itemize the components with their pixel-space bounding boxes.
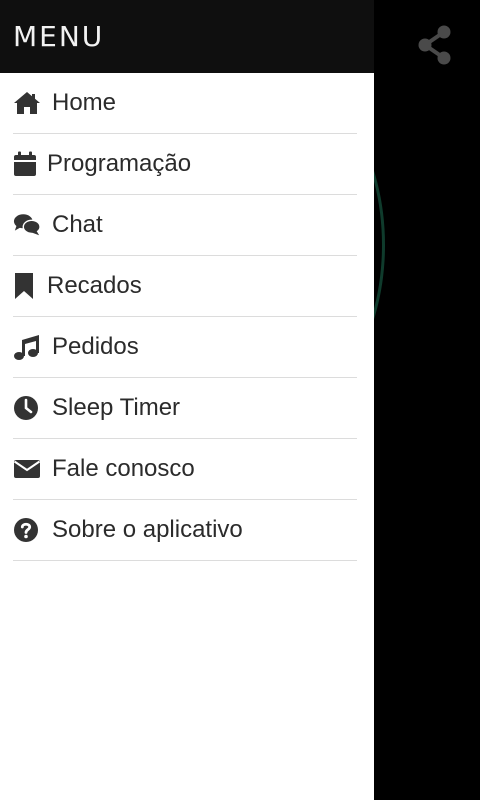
menu-item-pedidos[interactable]: Pedidos xyxy=(13,317,357,378)
menu-item-home[interactable]: Home xyxy=(13,73,357,134)
menu-item-label: Recados xyxy=(47,272,142,299)
menu-item-label: Home xyxy=(52,89,117,116)
home-icon xyxy=(13,89,41,117)
music-note-icon xyxy=(13,333,41,361)
share-button[interactable] xyxy=(412,24,458,70)
menu-item-label: Sobre o aplicativo xyxy=(52,516,243,543)
drawer-title: MENU xyxy=(13,20,105,53)
menu-item-label: Chat xyxy=(52,211,103,238)
menu-item-label: Fale conosco xyxy=(52,455,195,482)
clock-icon xyxy=(13,394,41,422)
chat-bubbles-icon xyxy=(13,211,41,239)
menu-item-label: Pedidos xyxy=(52,333,139,360)
calendar-icon xyxy=(13,150,41,178)
menu-item-sobre[interactable]: Sobre o aplicativo xyxy=(13,500,357,561)
envelope-icon xyxy=(13,455,41,483)
menu-item-label: Sleep Timer xyxy=(52,394,181,421)
menu-item-programacao[interactable]: Programação xyxy=(13,134,357,195)
menu-item-recados[interactable]: Recados xyxy=(13,256,357,317)
drawer-header: MENU xyxy=(0,0,374,73)
navigation-drawer: MENU Home Programação Chat Recados Pedid… xyxy=(0,0,374,800)
bookmark-icon xyxy=(13,272,41,300)
share-icon xyxy=(417,25,453,70)
menu-item-sleep-timer[interactable]: Sleep Timer xyxy=(13,378,357,439)
app-screen: MENU Home Programação Chat Recados Pedid… xyxy=(0,0,480,800)
menu-item-fale-conosco[interactable]: Fale conosco xyxy=(13,439,357,500)
menu-item-label: Programação xyxy=(47,150,192,177)
menu-item-chat[interactable]: Chat xyxy=(13,195,357,256)
menu-list: Home Programação Chat Recados Pedidos Sl… xyxy=(0,73,374,561)
question-circle-icon xyxy=(13,516,41,544)
